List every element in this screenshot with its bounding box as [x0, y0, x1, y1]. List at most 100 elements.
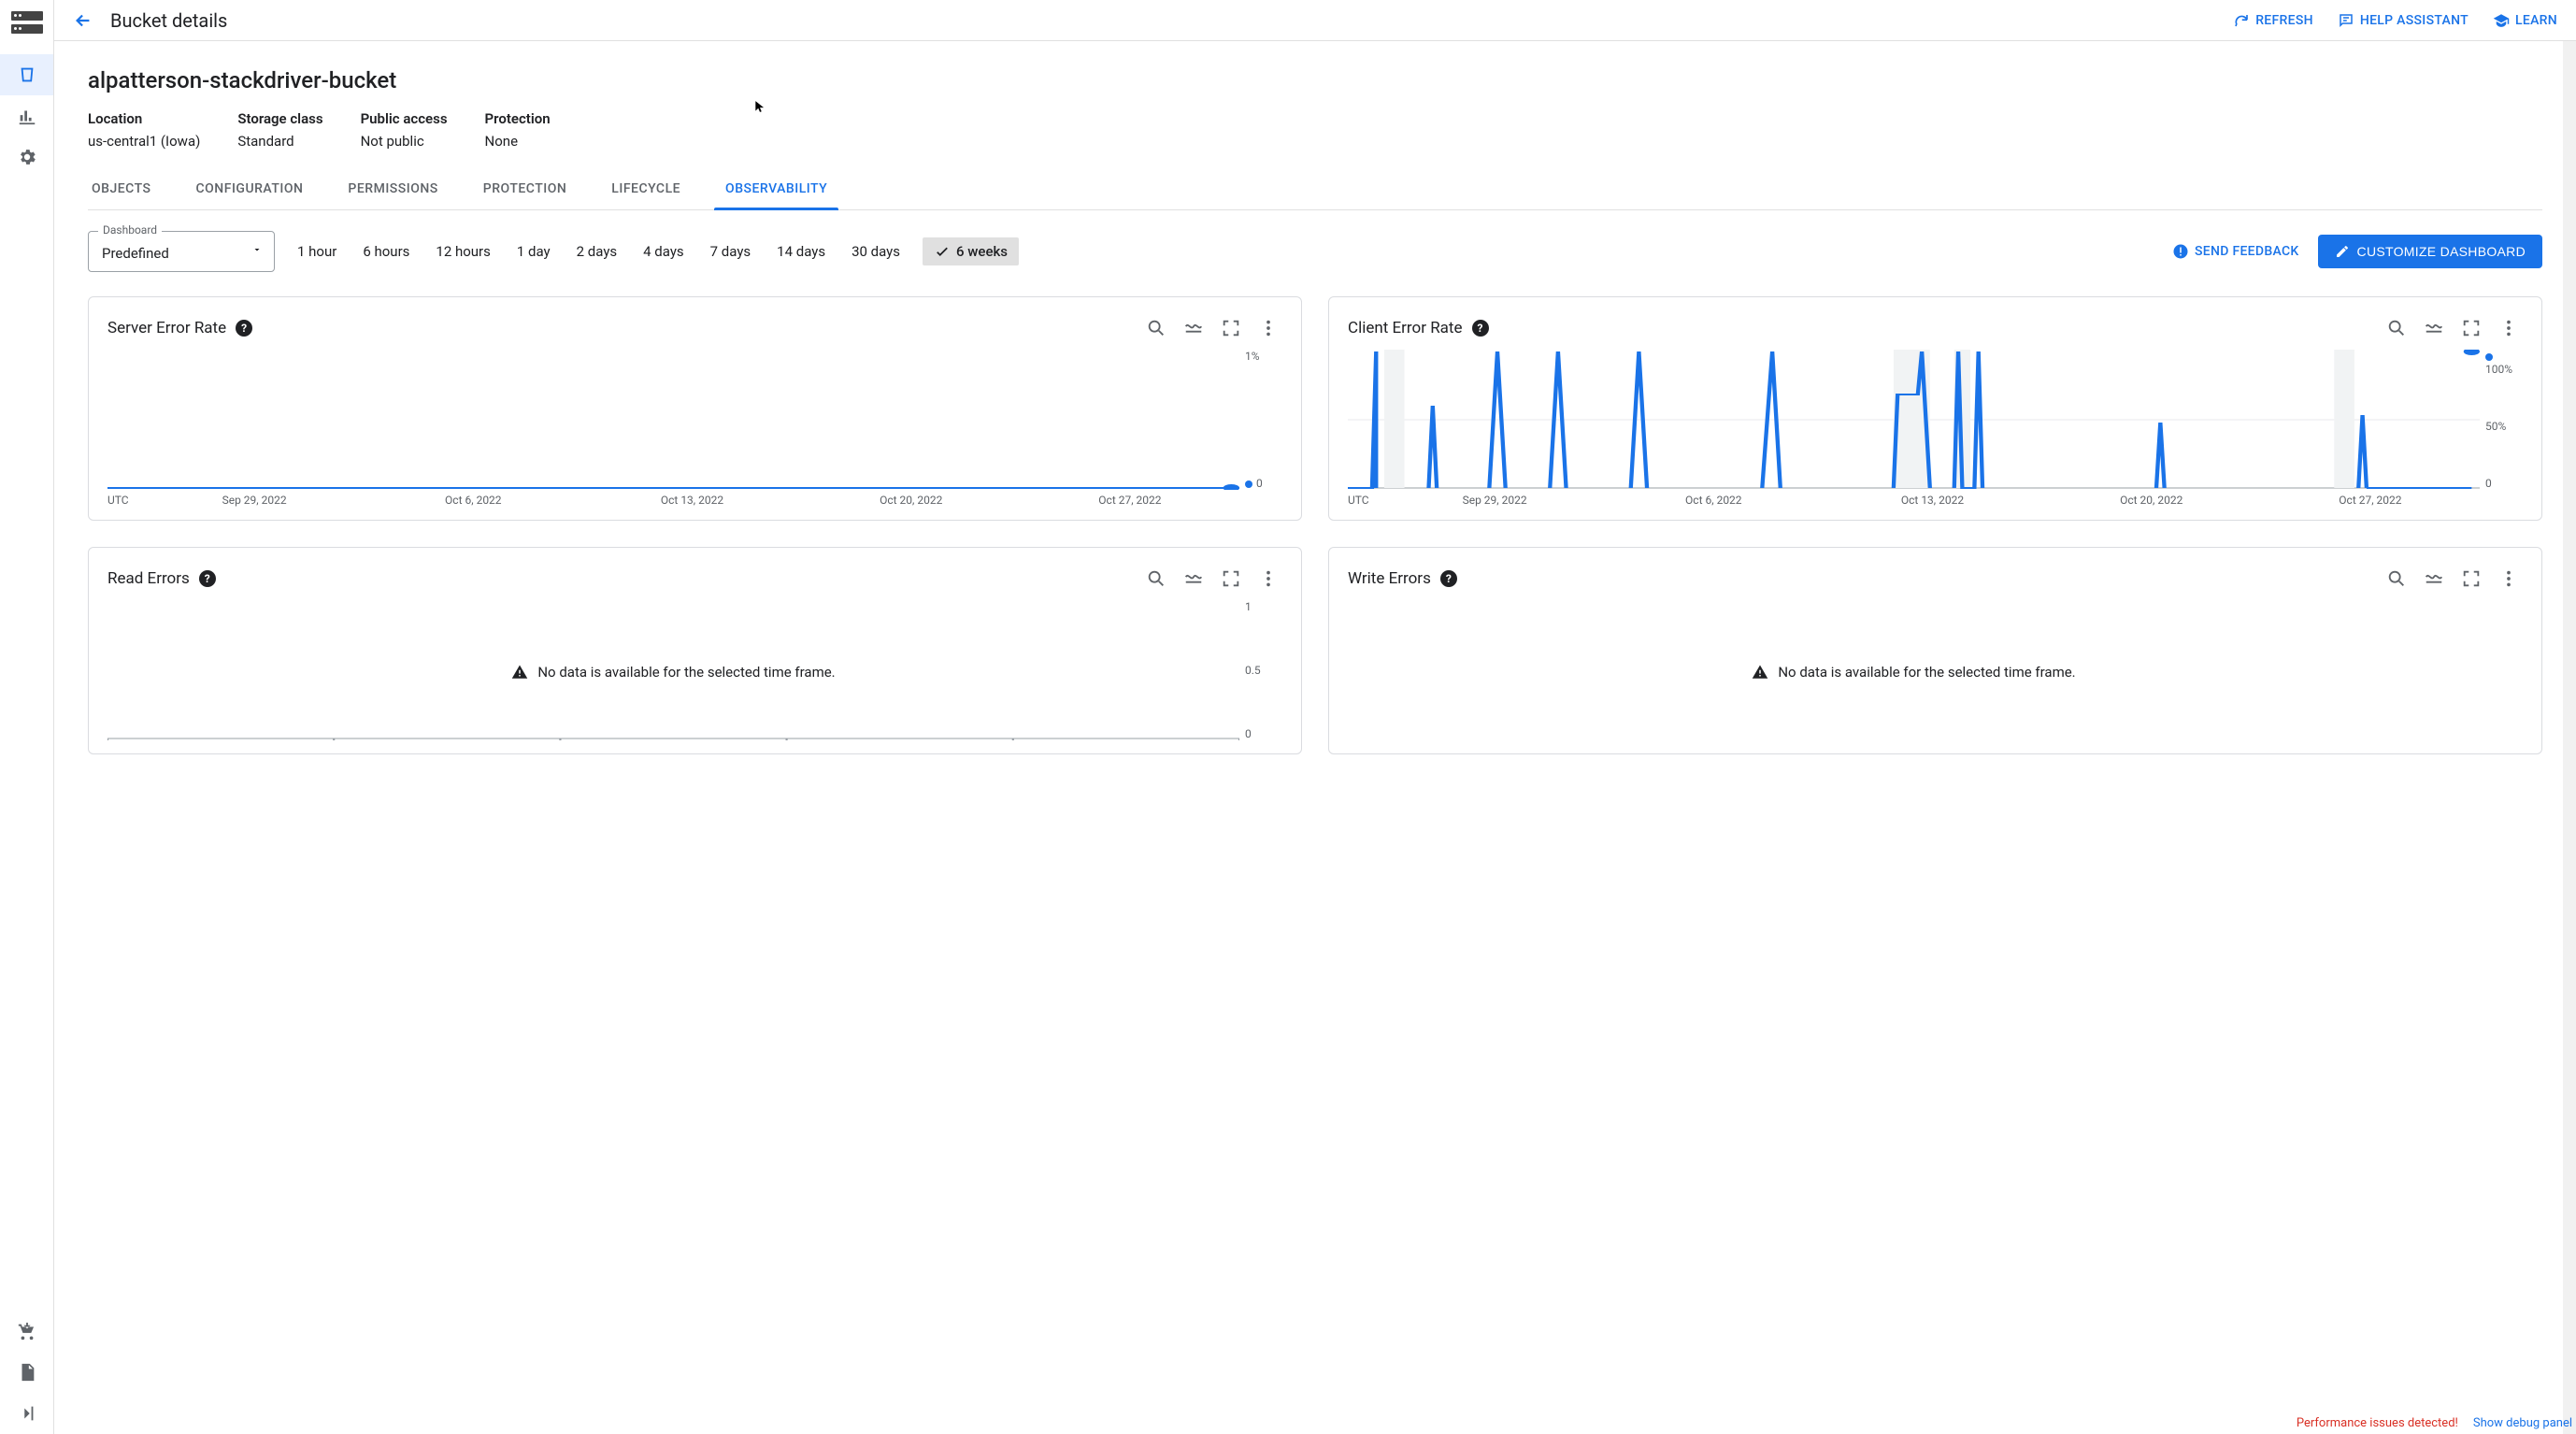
meta-public-access-value: Not public — [361, 133, 448, 150]
warning-icon — [1752, 664, 1768, 681]
range-7-days[interactable]: 7 days — [707, 237, 755, 265]
chart-zoom-button[interactable] — [2383, 565, 2411, 593]
chart-canvas[interactable] — [107, 350, 1239, 490]
chart-zoom-button[interactable] — [1142, 314, 1170, 342]
tab-objects[interactable]: OBJECTS — [88, 172, 155, 209]
rail-item-settings[interactable] — [0, 136, 53, 178]
chart-legend-button[interactable] — [1180, 314, 1208, 342]
dashboard-toolbar: Dashboard Predefined 1 hour 6 hours 12 h… — [88, 210, 2542, 296]
card-read-errors: Read Errors ? — [88, 547, 1302, 754]
range-1-hour[interactable]: 1 hour — [293, 237, 340, 265]
chart-fullscreen-button[interactable] — [1217, 565, 1245, 593]
tab-permissions[interactable]: PERMISSIONS — [344, 172, 441, 209]
x-tick: Oct 20, 2022 — [2042, 494, 2261, 507]
chart-legend-button[interactable] — [2420, 314, 2448, 342]
tab-lifecycle[interactable]: LIFECYCLE — [608, 172, 684, 209]
customize-dashboard-button[interactable]: CUSTOMIZE DASHBOARD — [2318, 235, 2542, 268]
y-tick: 0 — [1245, 477, 1263, 490]
scrollbar-track[interactable] — [2563, 41, 2576, 1434]
chart-more-button[interactable] — [2495, 565, 2523, 593]
chart-fullscreen-button[interactable] — [2457, 565, 2485, 593]
y-tick: 50% — [2485, 420, 2506, 433]
range-1-day[interactable]: 1 day — [513, 237, 554, 265]
learn-icon — [2493, 12, 2510, 29]
no-data-text: No data is available for the selected ti… — [537, 664, 835, 681]
chart-canvas[interactable]: No data is available for the selected ti… — [107, 600, 1239, 740]
x-tick: UTC — [107, 494, 145, 507]
range-2-days[interactable]: 2 days — [573, 237, 622, 265]
range-6-hours[interactable]: 6 hours — [359, 237, 413, 265]
rail-item-buckets[interactable] — [0, 54, 53, 95]
range-4-days[interactable]: 4 days — [639, 237, 688, 265]
back-button[interactable] — [73, 10, 93, 31]
meta-storage-class-value: Standard — [237, 133, 322, 150]
tab-configuration[interactable]: CONFIGURATION — [193, 172, 308, 209]
help-assistant-button[interactable]: HELP ASSISTANT — [2338, 12, 2469, 29]
chart-canvas[interactable] — [1348, 350, 2480, 490]
show-debug-panel-link[interactable]: Show debug panel — [2473, 1416, 2572, 1430]
rail-item-marketplace[interactable] — [0, 1311, 53, 1352]
meta-public-access-label: Public access — [361, 110, 448, 127]
chart-canvas[interactable]: No data is available for the selected ti… — [1348, 600, 2480, 740]
chart-x-axis: UTC Sep 29, 2022 Oct 6, 2022 Oct 13, 202… — [1348, 494, 2523, 507]
meta-protection-value: None — [485, 133, 551, 150]
product-logo-icon — [11, 11, 43, 36]
dashboard-select[interactable]: Dashboard Predefined — [88, 231, 275, 272]
meta-protection-label: Protection — [485, 110, 551, 127]
no-data-message: No data is available for the selected ti… — [107, 664, 1239, 681]
chart-more-button[interactable] — [1254, 314, 1282, 342]
range-14-days[interactable]: 14 days — [773, 237, 829, 265]
x-tick: Oct 6, 2022 — [364, 494, 582, 507]
pencil-icon — [2335, 244, 2350, 259]
help-icon[interactable]: ? — [1440, 570, 1457, 587]
chart-fullscreen-button[interactable] — [2457, 314, 2485, 342]
rail-item-release-notes[interactable] — [0, 1352, 53, 1393]
dashboard-select-label: Dashboard — [98, 223, 162, 237]
range-30-days[interactable]: 30 days — [848, 237, 904, 265]
send-feedback-button[interactable]: SEND FEEDBACK — [2172, 243, 2299, 260]
chart-y-axis: 1 0.5 0 — [1239, 600, 1282, 740]
y-tick: 0.5 — [1245, 664, 1261, 677]
help-icon[interactable]: ? — [199, 570, 216, 587]
chart-zoom-button[interactable] — [2383, 314, 2411, 342]
range-6-weeks-label: 6 weeks — [956, 243, 1008, 260]
rail-expand-toggle[interactable] — [0, 1393, 53, 1434]
y-tick: 1 — [1245, 600, 1252, 613]
chart-legend-button[interactable] — [1180, 565, 1208, 593]
no-data-text: No data is available for the selected ti… — [1778, 664, 2075, 681]
help-icon[interactable]: ? — [1472, 320, 1489, 337]
range-12-hours[interactable]: 12 hours — [432, 237, 494, 265]
send-feedback-label: SEND FEEDBACK — [2195, 244, 2299, 259]
tab-observability[interactable]: OBSERVABILITY — [722, 172, 831, 209]
check-icon — [934, 243, 951, 260]
tab-protection[interactable]: PROTECTION — [479, 172, 571, 209]
rail-item-monitoring[interactable] — [0, 95, 53, 136]
chart-more-button[interactable] — [1254, 565, 1282, 593]
meta-location-label: Location — [88, 110, 200, 127]
chart-more-button[interactable] — [2495, 314, 2523, 342]
learn-label: LEARN — [2515, 13, 2557, 28]
warning-icon — [511, 664, 528, 681]
learn-button[interactable]: LEARN — [2493, 12, 2557, 29]
x-tick: UTC — [1348, 494, 1385, 507]
chart-zoom-button[interactable] — [1142, 565, 1170, 593]
main-area: Bucket details REFRESH HELP ASSISTANT LE… — [54, 0, 2576, 1434]
y-tick: 0 — [1245, 727, 1252, 740]
card-client-error-rate: Client Error Rate ? — [1328, 296, 2542, 521]
x-tick: Oct 6, 2022 — [1604, 494, 1823, 507]
help-icon[interactable]: ? — [236, 320, 252, 337]
refresh-button[interactable]: REFRESH — [2233, 12, 2313, 29]
left-nav-rail — [0, 0, 54, 1434]
range-6-weeks[interactable]: 6 weeks — [923, 237, 1019, 265]
x-tick: Sep 29, 2022 — [145, 494, 364, 507]
card-title: Client Error Rate — [1348, 319, 1463, 337]
y-tick: 0 — [2485, 477, 2492, 490]
performance-footer: Performance issues detected! Show debug … — [2297, 1416, 2572, 1430]
caret-down-icon — [251, 244, 263, 259]
dashboard-select-value: Predefined — [102, 245, 169, 262]
card-title: Server Error Rate — [107, 319, 226, 337]
chart-fullscreen-button[interactable] — [1217, 314, 1245, 342]
performance-warning: Performance issues detected! — [2297, 1416, 2458, 1430]
chart-legend-button[interactable] — [2420, 565, 2448, 593]
x-tick: Oct 20, 2022 — [802, 494, 1021, 507]
